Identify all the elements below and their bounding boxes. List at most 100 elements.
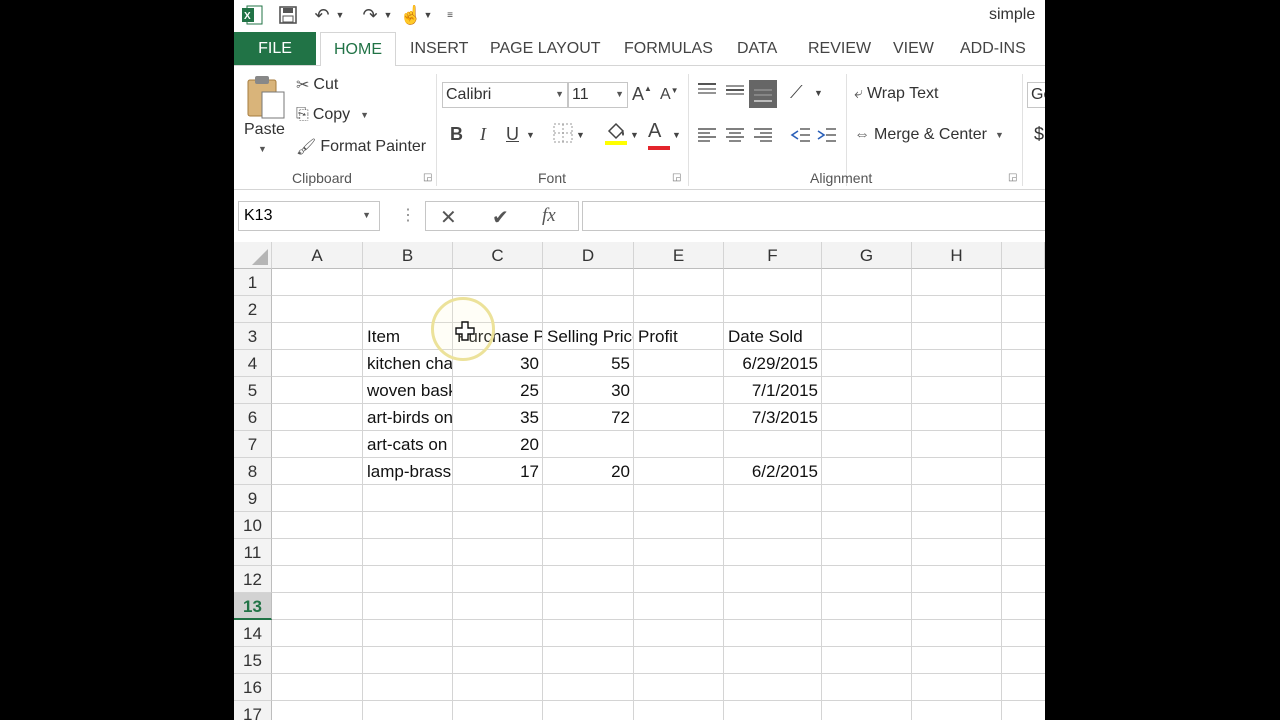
fill-color-dropdown-icon[interactable]: ▼ — [630, 130, 639, 140]
cell-d6[interactable]: 72 — [543, 404, 633, 431]
cell-b7[interactable]: art-cats on pillow — [363, 431, 452, 458]
bottom-align-icon[interactable] — [749, 80, 777, 108]
cut-button[interactable]: ✂ Cut — [296, 75, 338, 95]
column-header-a[interactable]: A — [272, 242, 363, 269]
cell-f8[interactable]: 6/2/2015 — [724, 458, 821, 485]
font-size-combo[interactable]: 11 ▼ — [568, 82, 628, 108]
cell-d5[interactable]: 30 — [543, 377, 633, 404]
enter-icon[interactable]: ✔ — [492, 205, 509, 230]
bold-button[interactable]: B — [450, 124, 463, 145]
tab-review[interactable]: REVIEW — [808, 32, 871, 65]
worksheet-grid[interactable]: ABCDEFGH 1 2 3 4 5 6 7 8 9 10 11 12 13 14 15 16 17 Item P… — [234, 242, 1045, 720]
row-header-4[interactable]: 4 — [234, 350, 272, 377]
save-icon[interactable] — [276, 4, 300, 26]
row-header-17[interactable]: 17 — [234, 701, 272, 720]
row-header-13[interactable]: 13 — [234, 593, 272, 620]
align-right-icon[interactable] — [752, 126, 774, 149]
insert-function-icon[interactable]: fx — [542, 205, 556, 227]
cell-c6[interactable]: 35 — [453, 404, 542, 431]
cell-c7[interactable]: 20 — [453, 431, 542, 458]
column-header-g[interactable]: G — [822, 242, 912, 269]
row-header-15[interactable]: 15 — [234, 647, 272, 674]
font-name-combo[interactable]: Calibri ▼ — [442, 82, 568, 108]
more-options-icon[interactable]: ⋮ — [400, 205, 416, 225]
cell-f4[interactable]: 6/29/2015 — [724, 350, 821, 377]
cell-b5[interactable]: woven basket — [363, 377, 452, 404]
row-header-3[interactable]: 3 — [234, 323, 272, 350]
column-header-c[interactable]: C — [453, 242, 543, 269]
font-launcher-icon[interactable]: ◲ — [672, 172, 681, 183]
decrease-indent-icon[interactable] — [790, 126, 812, 149]
copy-dropdown-icon[interactable]: ▼ — [360, 110, 369, 120]
tab-file[interactable]: FILE — [234, 32, 316, 65]
undo-icon[interactable]: ↶ — [310, 4, 334, 26]
wrap-text-button[interactable]: ⤶ Wrap Text — [854, 85, 938, 103]
paste-icon[interactable] — [244, 74, 288, 119]
row-header-16[interactable]: 16 — [234, 674, 272, 701]
fill-color-button[interactable] — [604, 120, 628, 151]
borders-dropdown-icon[interactable]: ▼ — [576, 130, 585, 140]
merge-dropdown-icon[interactable]: ▼ — [995, 130, 1004, 140]
cell-e3[interactable]: Profit — [634, 323, 723, 350]
row-header-12[interactable]: 12 — [234, 566, 272, 593]
customize-qat-icon[interactable]: ≡ — [444, 4, 456, 26]
cell-d8[interactable]: 20 — [543, 458, 633, 485]
cell-d4[interactable]: 55 — [543, 350, 633, 377]
font-color-button[interactable]: A — [648, 120, 670, 150]
middle-align-icon[interactable] — [724, 82, 746, 103]
row-header-6[interactable]: 6 — [234, 404, 272, 431]
cancel-icon[interactable]: ✕ — [440, 205, 457, 230]
paste-button[interactable]: Paste — [244, 121, 285, 139]
clipboard-launcher-icon[interactable]: ◲ — [423, 172, 432, 183]
column-header-e[interactable]: E — [634, 242, 724, 269]
tab-data[interactable]: DATA — [737, 32, 777, 65]
merge-center-button[interactable]: ⇔ Merge & Center ▼ — [854, 126, 1004, 144]
tab-formulas[interactable]: FORMULAS — [624, 32, 713, 65]
row-header-5[interactable]: 5 — [234, 377, 272, 404]
grow-font-button[interactable]: A▲ — [632, 84, 652, 105]
copy-button[interactable]: ⎘ Copy ▼ — [296, 106, 369, 124]
cell-b8[interactable]: lamp-brass — [363, 458, 452, 485]
column-header-h[interactable]: H — [912, 242, 1002, 269]
cell-b4[interactable]: kitchen chair — [363, 350, 452, 377]
column-header-d[interactable]: D — [543, 242, 634, 269]
orientation-icon[interactable]: ⟋ — [790, 82, 803, 103]
row-header-14[interactable]: 14 — [234, 620, 272, 647]
cell-f6[interactable]: 7/3/2015 — [724, 404, 821, 431]
row-header-9[interactable]: 9 — [234, 485, 272, 512]
align-center-icon[interactable] — [724, 126, 746, 149]
cell-c5[interactable]: 25 — [453, 377, 542, 404]
formula-input[interactable] — [582, 201, 1045, 231]
orientation-dropdown-icon[interactable]: ▼ — [814, 88, 823, 98]
tab-home[interactable]: HOME — [320, 32, 396, 67]
redo-icon[interactable]: ↷ — [358, 4, 382, 26]
tab-page-layout[interactable]: PAGE LAYOUT — [490, 32, 601, 65]
name-box[interactable]: K13 ▼ — [238, 201, 380, 231]
increase-indent-icon[interactable] — [816, 126, 838, 149]
align-left-icon[interactable] — [696, 126, 718, 149]
tab-view[interactable]: VIEW — [893, 32, 934, 65]
column-header-b[interactable]: B — [363, 242, 453, 269]
underline-dropdown-icon[interactable]: ▼ — [526, 130, 535, 140]
column-header-f[interactable]: F — [724, 242, 822, 269]
row-header-11[interactable]: 11 — [234, 539, 272, 566]
cell-f3[interactable]: Date Sold — [724, 323, 821, 350]
select-all-corner[interactable] — [234, 242, 272, 269]
row-header-8[interactable]: 8 — [234, 458, 272, 485]
underline-button[interactable]: U — [506, 124, 519, 145]
borders-button[interactable] — [552, 122, 574, 149]
cell-c8[interactable]: 17 — [453, 458, 542, 485]
redo-dropdown-icon[interactable]: ▼ — [382, 4, 394, 26]
paste-dropdown-icon[interactable]: ▼ — [258, 144, 267, 154]
top-align-icon[interactable] — [696, 82, 718, 103]
tab-add-ins[interactable]: ADD-INS — [960, 32, 1026, 65]
undo-dropdown-icon[interactable]: ▼ — [334, 4, 346, 26]
cell-d3[interactable]: Selling Price — [543, 323, 633, 350]
cell-f5[interactable]: 7/1/2015 — [724, 377, 821, 404]
row-header-10[interactable]: 10 — [234, 512, 272, 539]
format-painter-button[interactable]: 🖌 Format Painter — [296, 137, 426, 157]
italic-button[interactable]: I — [480, 124, 486, 145]
shrink-font-button[interactable]: A▼ — [660, 86, 679, 104]
number-format-combo[interactable]: Ge — [1027, 82, 1045, 108]
touch-mode-icon[interactable]: ☝ — [400, 4, 422, 26]
